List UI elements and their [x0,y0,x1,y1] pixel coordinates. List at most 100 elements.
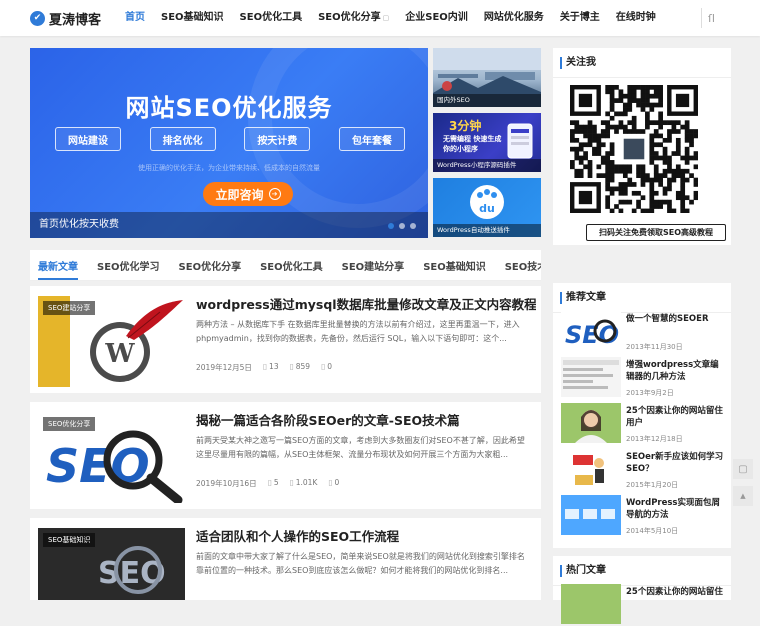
slider-dots [388,223,416,229]
recommended-widget: 推荐文章 SEO 做一个智慧的SEOER 2013年11月30日 增强wordp… [553,283,731,548]
featured-thumb-3[interactable]: du WordPress自动推送插件 [433,178,541,237]
post-title[interactable]: 适合团队和个人操作的SEO工作流程 [196,526,536,545]
nav-online-clock[interactable]: 在线时钟 [608,0,664,36]
recommended-item[interactable]: SEO 做一个智慧的SEOER 2013年11月30日 [561,311,729,353]
svg-text:du: du [479,202,495,215]
featured-thumb-3-caption: WordPress自动推送插件 [433,224,541,237]
thumb-2-headline: 3分钟 [449,119,482,133]
post-title[interactable]: wordpress通过mysql数据库批量修改文章及正文内容教程 [196,294,536,313]
person-photo [575,410,607,443]
recommended-title: 推荐文章 [553,283,731,313]
post-meta: 2019年10月16日 ▯ 5 ▯ 1.01K ▯ 0 [196,478,339,489]
recommended-thumb [561,403,621,443]
post-thumbnail[interactable]: SEO SEO基础知识 [38,528,185,600]
post-item: SEO SEO优化分享 揭秘一篇适合各阶段SEOer的文章-SEO技术篇 前两天… [30,402,541,509]
thumb-2-line-1: 无需编程 快速生成 [443,135,502,143]
nav-seo-basics[interactable]: SEO基础知识 [153,0,232,36]
nav-seo-tools[interactable]: SEO优化工具 [232,0,311,36]
recommended-item[interactable]: SEOer新手应该如何学习SEO？ 2015年1月20日 [561,449,729,491]
tab-seo-tools[interactable]: SEO优化工具 [260,258,323,273]
post-excerpt: 前面的文章中带大家了解了什么是SEO，简单来说SEO就是将我们的网站优化到搜索引… [196,552,525,575]
tab-seo-share[interactable]: SEO优化分享 [179,258,242,273]
post-excerpt: 两种方法 – 从数据库下手 在数据库里批量替换的方法以前有介绍过，这里再重温一下… [196,320,520,343]
featured-thumb-1-caption: 国内外SEO [433,94,541,107]
phone-mockup [507,123,533,159]
comment-count-value: 5 [273,478,279,487]
post-item: SEO SEO基础知识 适合团队和个人操作的SEO工作流程 前面的文章中带大家了… [30,518,541,600]
tab-seo-tech[interactable]: SEO技术文章 [505,258,541,273]
hot-item[interactable]: 25个因素让你的网站留住 [561,584,729,626]
recommended-item[interactable]: WordPress实现面包屑导航的方法 2014年5月10日 [561,495,729,537]
banner-title: 网站SEO优化服务 [125,94,333,122]
logo-icon: ✔ [30,10,45,26]
tab-seo-learning[interactable]: SEO优化学习 [97,258,160,273]
comment-icon: ▯ [262,362,268,371]
recommended-item-title: WordPress实现面包屑导航的方法 [626,498,720,520]
recommended-item-title: 做一个智慧的SEOER [626,314,709,324]
like-count[interactable]: ▯ 0 [321,362,332,373]
tab-latest[interactable]: 最新文章 [38,258,78,273]
breadcrumb-image [565,509,615,519]
post-thumbnail[interactable]: SEO SEO优化分享 [38,412,185,503]
comment-count[interactable]: ▯ 5 [268,478,279,489]
wechat-qr-code [570,85,699,214]
search-icon[interactable]: ſl [701,8,721,28]
featured-thumb-2[interactable]: 3分钟 无需编程 快速生成 你的小程序 WordPress小程序源码插件 [433,113,541,172]
logo-text: 夏涛博客 [49,12,102,28]
active-tab-indicator [38,278,78,280]
category-badge[interactable]: SEO建站分享 [43,301,96,315]
recommended-item[interactable]: 增强wordpress文章编辑器的几种方法 2013年9月2日 [561,357,729,399]
site-logo[interactable]: ✔ 夏涛博客 [30,9,102,28]
tab-seo-site[interactable]: SEO建站分享 [342,258,405,273]
consult-button[interactable]: 立即咨询 ➔ [203,182,293,206]
hot-widget: 热门文章 25个因素让你的网站留住 [553,556,731,624]
follow-title: 关注我 [553,48,731,78]
slider-dot-2[interactable] [399,223,405,229]
comment-count-value: 13 [269,362,279,371]
chevron-down-icon: ▢ [382,14,390,22]
category-badge[interactable]: SEO优化分享 [43,417,96,431]
view-count-value: 1.01K [295,478,318,487]
recommended-item[interactable]: 25个因素让你的网站留住用户 2013年12月18日 [561,403,729,445]
view-count: ▯ 1.01K [290,478,318,489]
slider-dot-1[interactable] [388,223,394,229]
nav-seo-share-label: SEO优化分享 [318,12,381,23]
hot-title: 热门文章 [553,556,731,586]
banner-caption[interactable]: 首页优化按天收费 [30,212,428,238]
post-thumbnail[interactable]: W SEO建站分享 [38,296,185,387]
banner-slider[interactable]: 网站SEO优化服务 网站建设 排名优化 按天计费 包年套餐 使用正确的优化手法，… [30,48,428,238]
nav-optimization-service[interactable]: 网站优化服务 [476,0,552,36]
recommended-thumb [561,357,621,397]
banner-feature-daily: 按天计费 [244,127,311,151]
seo-thumb-image: SEO [565,319,619,349]
back-to-top-button[interactable]: ▲ [733,486,753,506]
slider-dot-3[interactable] [410,223,416,229]
nav-enterprise-training[interactable]: 企业SEO内训 [397,0,476,36]
nav-home[interactable]: 首页 [117,0,153,36]
post-title[interactable]: 揭秘一篇适合各阶段SEOer的文章-SEO技术篇 [196,410,536,429]
svg-text:W: W [104,339,135,369]
featured-thumb-1[interactable]: 国内外SEO [433,48,541,107]
tab-seo-basics[interactable]: SEO基础知识 [423,258,486,273]
qr-caption: 扫码关注免费领取SEO高级教程 [586,224,726,241]
nav-about[interactable]: 关于博主 [552,0,608,36]
arrow-up-icon: ▲ [740,492,746,500]
category-badge[interactable]: SEO基础知识 [43,533,96,547]
thumb-2-line-2: 你的小程序 [443,145,478,153]
view-count: ▯ 859 [290,362,310,373]
like-icon: ▯ [328,478,333,487]
banner-slogan: 使用正确的优化手法，为企业带来持续、低成本的自然流量 [138,164,320,172]
nav-seo-share[interactable]: SEO优化分享 ▢ [310,0,397,36]
article-tabs: 最新文章 SEO优化学习 SEO优化分享 SEO优化工具 SEO建站分享 SEO… [30,250,541,281]
featured-thumb-2-caption: WordPress小程序源码插件 [433,159,541,172]
comment-count[interactable]: ▯ 13 [263,362,279,373]
like-count[interactable]: ▯ 0 [328,478,339,489]
banner-feature-list: 网站建设 排名优化 按天计费 包年套餐 [55,127,405,151]
share-float-button[interactable]: ▢ [733,459,753,479]
recommended-thumb [561,495,621,535]
recommended-item-date: 2013年12月18日 [626,435,683,443]
consult-button-label: 立即咨询 [215,187,264,202]
follow-widget: 关注我 扫码关注免费领取SEO高级教程 [553,48,731,245]
post-date: 2019年12月5日 [196,363,252,372]
recommended-thumb: SEO [561,311,621,351]
